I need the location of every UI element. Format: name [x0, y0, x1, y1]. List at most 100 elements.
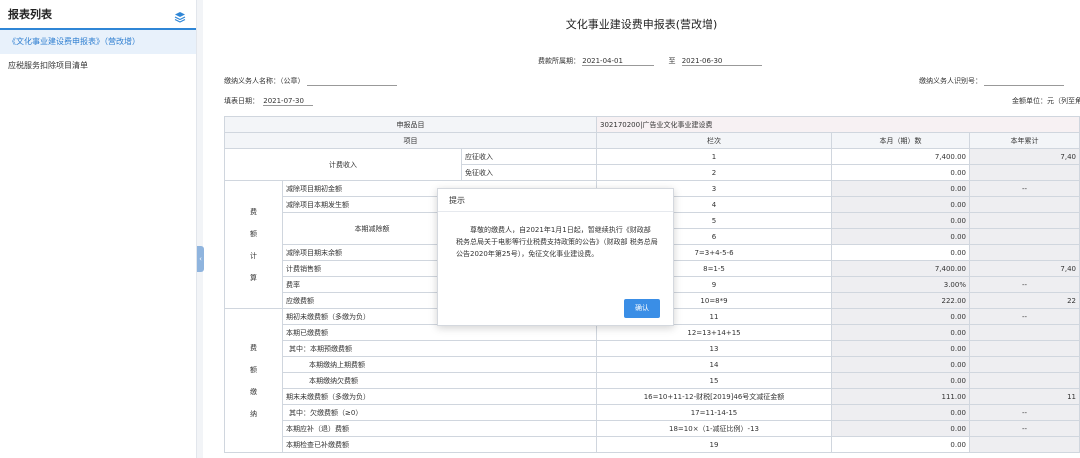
- fill-date-label: 填表日期：: [224, 97, 259, 105]
- row-label: 本期缴纳欠费额: [282, 372, 597, 389]
- row-year: --: [969, 308, 1080, 325]
- row-month: 222.00: [831, 292, 970, 309]
- row-month: 0.00: [831, 404, 970, 421]
- dialog-title: 提示: [438, 189, 673, 212]
- layers-icon[interactable]: [174, 8, 186, 23]
- unit-label: 金额单位：元（列至角: [1012, 97, 1080, 105]
- row-month-input[interactable]: 0.00: [831, 436, 970, 453]
- taxpayer-name-row: 缴纳义务人名称：（公章）: [224, 76, 397, 86]
- report-title: 文化事业建设费申报表(营改增): [565, 18, 718, 31]
- table-row: 计费收入 应征收入 1 7,400.00 7,40: [224, 148, 1080, 181]
- row-month: 0.00: [831, 308, 970, 325]
- pay-group-label: 费额缴纳: [224, 308, 283, 453]
- row-year: [969, 436, 1080, 453]
- table-row: 本期缴纳欠费额 15 0.00: [225, 372, 1080, 389]
- taxpayer-id-label: 缴纳义务人识别号：: [919, 77, 982, 85]
- row-col: 17=11-14-15: [596, 404, 832, 421]
- row-label: 本期应补（退）费额: [282, 420, 597, 437]
- row-label: 免征收入: [461, 164, 597, 181]
- row-col: 2: [596, 164, 832, 181]
- row-label: 应征收入: [461, 148, 597, 165]
- period-end-field[interactable]: 2021-06-30: [681, 57, 762, 66]
- table-row: 申报品目 302170200|广告业文化事业建设费: [224, 116, 1080, 133]
- confirm-button[interactable]: 确认: [624, 299, 660, 318]
- row-col: 19: [596, 436, 832, 453]
- row-month: 3.00%: [831, 276, 970, 293]
- row-year: [969, 324, 1080, 341]
- header-year: 本年累计: [969, 132, 1080, 149]
- row-month: 0.00: [831, 228, 970, 245]
- row-col: 16=10+11-12-财税[2019]46号文减征金额: [596, 388, 832, 405]
- header-col: 栏次: [596, 132, 832, 149]
- row-label: 其中：欠缴费额（≥0）: [282, 404, 597, 421]
- header-month: 本月（期）数: [831, 132, 970, 149]
- table-row: 本期应补（退）费额 18=10×（1-减征比例）-13 0.00 --: [225, 420, 1080, 437]
- fill-date-row: 填表日期： 2021-07-30: [224, 96, 314, 106]
- period-start-field[interactable]: 2021-04-01: [582, 57, 655, 66]
- table-row: 本期已缴费额 12=13+14+15 0.00: [225, 324, 1080, 341]
- period-label: 费款所属期：: [538, 57, 580, 65]
- row-month: 0.00: [831, 180, 970, 197]
- row-year: [969, 372, 1080, 389]
- row-month: 0.00: [831, 420, 970, 437]
- row-year: --: [969, 404, 1080, 421]
- row-month: 0.00: [831, 372, 970, 389]
- period-to-label: 至: [668, 57, 676, 65]
- taxpayer-id-row: 缴纳义务人识别号：: [919, 76, 1065, 86]
- row-year: [969, 228, 1080, 245]
- row-year: 11: [969, 388, 1080, 405]
- row-year: [969, 196, 1080, 213]
- row-year: [969, 340, 1080, 357]
- row-col: 12=13+14+15: [596, 324, 832, 341]
- row-label: 本期缴纳上期费额: [282, 356, 597, 373]
- row-year: 7,40: [969, 148, 1080, 165]
- row-year: [969, 164, 1080, 181]
- row-month: 0.00: [831, 356, 970, 373]
- calc-group-label: 费额计算: [224, 180, 283, 309]
- sidebar-item-deduction-list[interactable]: 应税服务扣除项目清单: [0, 54, 196, 78]
- taxpayer-name-label: 缴纳义务人名称：（公章）: [224, 77, 305, 85]
- row-month-input[interactable]: 0.00: [831, 164, 970, 181]
- taxpayer-name-field[interactable]: [306, 77, 397, 86]
- row-month: 0.00: [831, 324, 970, 341]
- row-year: --: [969, 420, 1080, 437]
- sidebar-title: 报表列表: [8, 8, 52, 21]
- deduct-label: 本期减除额: [282, 212, 462, 245]
- taxpayer-id-field[interactable]: [984, 77, 1065, 86]
- table-row: 本期检查已补缴费额 19 0.00: [225, 436, 1080, 453]
- row-year: --: [969, 180, 1080, 197]
- report-list-sidebar: 报表列表 《文化事业建设费申报表》（营改增） 应税服务扣除项目清单: [0, 0, 197, 458]
- header-project: 项目: [224, 132, 597, 149]
- row-year: --: [969, 276, 1080, 293]
- row-label: 本期检查已补缴费额: [282, 436, 597, 453]
- row-month: 0.00: [831, 244, 970, 261]
- row-col: 14: [596, 356, 832, 373]
- row-month: 111.00: [831, 388, 970, 405]
- sidebar-item-culture-fee-report[interactable]: 《文化事业建设费申报表》（营改增）: [0, 30, 196, 54]
- row-month: 0.00: [831, 340, 970, 357]
- table-row: 其中：本期预缴费额 13 0.00: [225, 340, 1080, 357]
- sidebar-header: 报表列表: [0, 0, 196, 30]
- row-month: 0.00: [831, 196, 970, 213]
- fill-date-field[interactable]: 2021-07-30: [263, 97, 314, 106]
- table-row: 本期缴纳上期费额 14 0.00: [225, 356, 1080, 373]
- notice-dialog: 提示 尊敬的缴费人，自2021年1月1日起，暂继续执行《财政部 税务总局关于电影…: [437, 188, 674, 326]
- table-row: 其中：欠缴费额（≥0） 17=11-14-15 0.00 --: [225, 404, 1080, 421]
- dialog-message: 尊敬的缴费人，自2021年1月1日起，暂继续执行《财政部 税务总局关于电影等行业…: [456, 226, 658, 258]
- income-group-label: 计费收入: [224, 148, 462, 181]
- row-label: 本期已缴费额: [282, 324, 597, 341]
- row-month: 0.00: [831, 212, 970, 229]
- row-year: [969, 356, 1080, 373]
- row-label: 其中：本期预缴费额: [282, 340, 597, 357]
- report-form: 文化事业建设费申报表(营改增) 费款所属期： 2021-04-01 至 2021…: [203, 0, 1080, 458]
- row-col: 13: [596, 340, 832, 357]
- table-header-row: 项目 栏次 本月（期）数 本年累计: [224, 132, 1080, 149]
- period-row: 费款所属期： 2021-04-01 至 2021-06-30: [538, 56, 762, 66]
- row-col: 1: [596, 148, 832, 165]
- row-month-input[interactable]: 7,400.00: [831, 148, 970, 165]
- row-col: 18=10×（1-减征比例）-13: [596, 420, 832, 437]
- row-year: [969, 244, 1080, 261]
- table-row: 期末未缴费额（多缴为负） 16=10+11-12-财税[2019]46号文减征金…: [225, 388, 1080, 405]
- row-year: [969, 212, 1080, 229]
- row-year: 7,40: [969, 260, 1080, 277]
